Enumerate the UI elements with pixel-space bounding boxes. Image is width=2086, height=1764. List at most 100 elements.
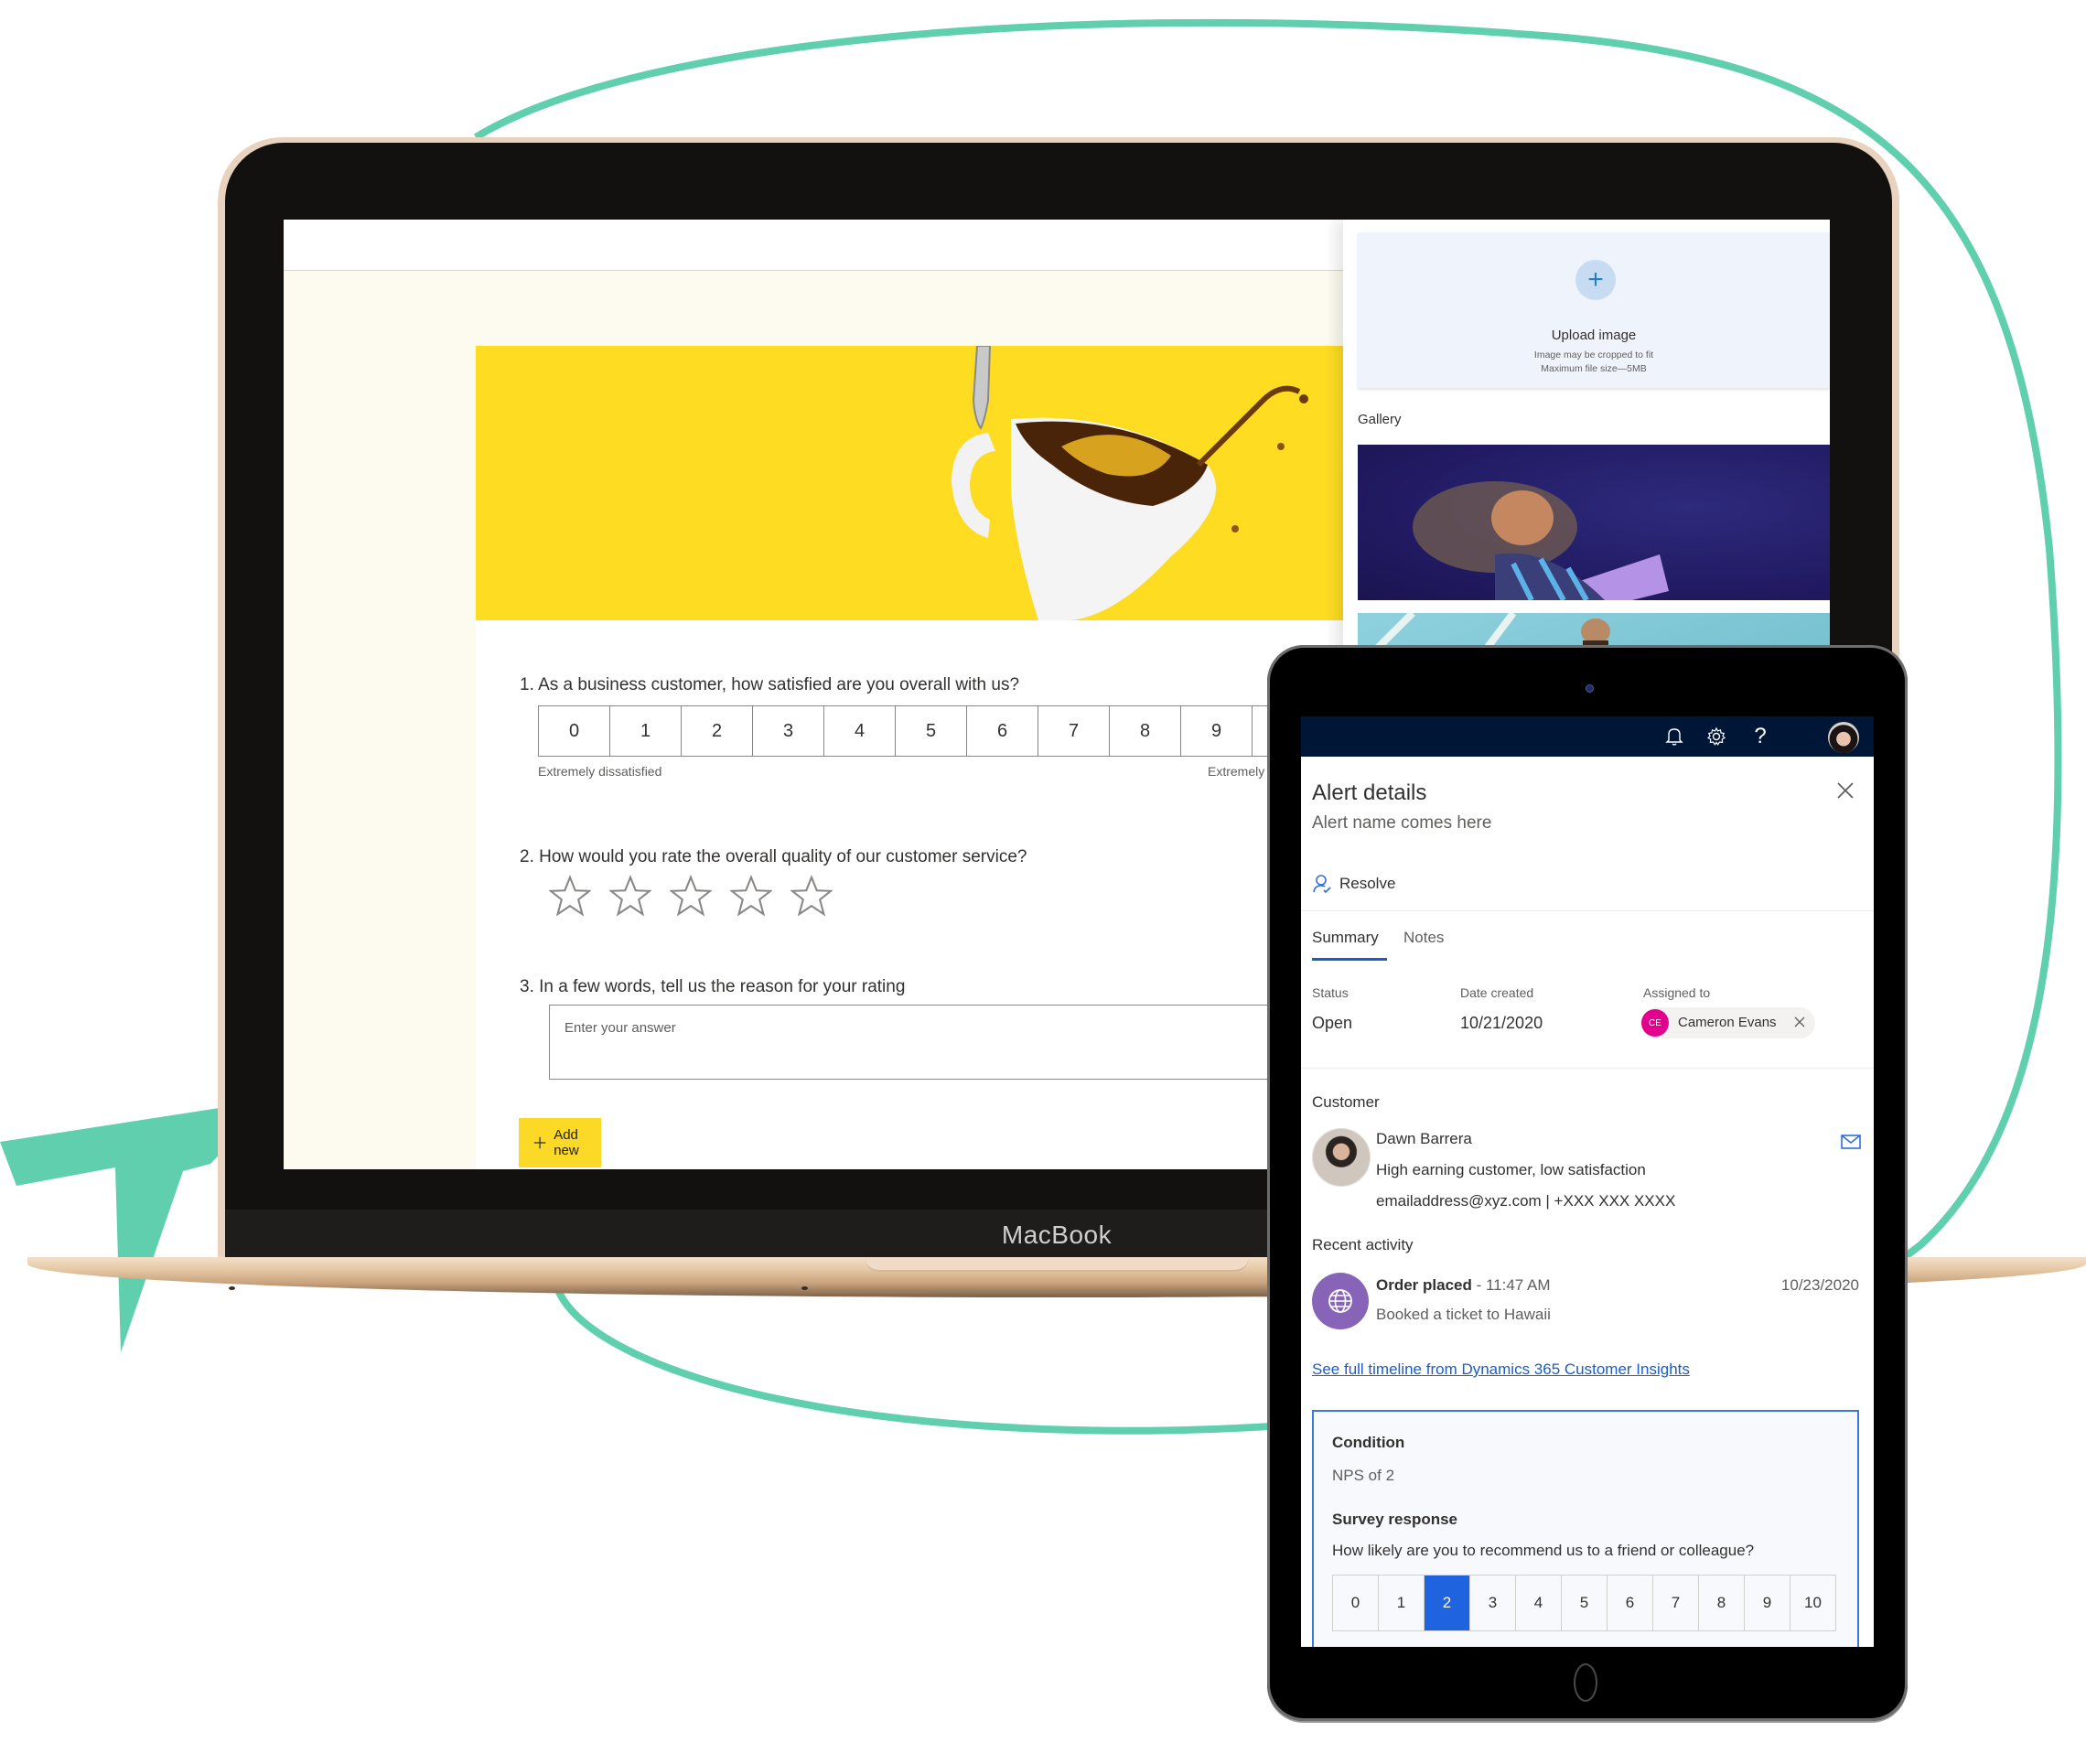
scale-option-7[interactable]: 7 xyxy=(1038,706,1110,756)
dancer-photo xyxy=(1413,481,1669,600)
app-topbar: ? xyxy=(1301,716,1874,757)
activity-time: - 11:47 AM xyxy=(1471,1276,1551,1294)
upload-image-dropzone[interactable]: + Upload image Image may be cropped to f… xyxy=(1358,232,1830,388)
panel-title: Alert details xyxy=(1312,780,1427,805)
condition-card: Condition NPS of 2 Survey response How l… xyxy=(1312,1410,1859,1647)
tab-notes[interactable]: Notes xyxy=(1403,929,1444,947)
mail-icon[interactable] xyxy=(1841,1135,1861,1149)
survey-question: How likely are you to recommend us to a … xyxy=(1332,1542,1755,1559)
assignee-name: Cameron Evans xyxy=(1678,1015,1777,1030)
laptop-brand-label: MacBook xyxy=(1001,1221,1113,1249)
star-icon[interactable] xyxy=(549,875,591,917)
nps-option-4[interactable]: 4 xyxy=(1516,1576,1562,1630)
scale-option-3[interactable]: 3 xyxy=(753,706,824,756)
star-icon[interactable] xyxy=(730,875,772,917)
question-number: 2. xyxy=(520,847,534,866)
scale-option-9[interactable]: 9 xyxy=(1181,706,1253,756)
question-number: 1. xyxy=(520,675,534,694)
customer-section-label: Customer xyxy=(1312,1093,1380,1111)
nps-option-6[interactable]: 6 xyxy=(1608,1576,1653,1630)
upload-hint: Image may be cropped to fit xyxy=(1533,350,1654,360)
globe-icon xyxy=(1328,1289,1352,1313)
bell-icon[interactable] xyxy=(1661,724,1687,749)
nps-option-8[interactable]: 8 xyxy=(1699,1576,1745,1630)
laptop-hinge-notch xyxy=(865,1257,1249,1272)
plus-icon: + xyxy=(1575,260,1616,300)
nps-option-0[interactable]: 0 xyxy=(1333,1576,1379,1630)
scale-option-0[interactable]: 0 xyxy=(539,706,610,756)
recent-activity-label: Recent activity xyxy=(1312,1236,1414,1253)
customer-description: High earning customer, low satisfaction xyxy=(1376,1161,1646,1178)
alert-name: Alert name comes here xyxy=(1312,813,1492,833)
scale-high-label: Extremely xyxy=(1208,764,1265,779)
laptop-foot xyxy=(801,1286,808,1290)
date-created-value: 10/21/2020 xyxy=(1460,1014,1543,1032)
nps-option-7[interactable]: 7 xyxy=(1653,1576,1699,1630)
star-rating xyxy=(549,875,833,917)
activity-title: Order placed - 11:47 AM xyxy=(1376,1276,1551,1295)
answer-textbox[interactable] xyxy=(549,1005,1372,1080)
help-icon[interactable]: ? xyxy=(1747,724,1773,749)
scale-low-label: Extremely dissatisfied xyxy=(538,764,662,779)
nps-option-10[interactable]: 10 xyxy=(1790,1576,1836,1630)
star-icon[interactable] xyxy=(670,875,712,917)
laptop-foot xyxy=(229,1286,235,1290)
nps-option-1[interactable]: 1 xyxy=(1379,1576,1425,1630)
resolve-button[interactable]: Resolve xyxy=(1312,874,1395,894)
nps-scale: 0 1 2 3 4 5 6 7 8 9 10 xyxy=(1332,1575,1836,1631)
plus-icon xyxy=(533,1136,546,1149)
remove-assignee-icon[interactable] xyxy=(1793,1016,1806,1028)
gallery-label: Gallery xyxy=(1358,412,1402,427)
customer-contact: emailaddress@xyz.com | +XXX XXX XXXX xyxy=(1376,1192,1676,1210)
status-label: Status xyxy=(1312,985,1349,1000)
activity-description: Booked a ticket to Hawaii xyxy=(1376,1306,1551,1323)
nps-option-9[interactable]: 9 xyxy=(1745,1576,1790,1630)
scale-option-1[interactable]: 1 xyxy=(610,706,682,756)
add-new-label: Add new xyxy=(554,1127,579,1158)
upload-title: Upload image xyxy=(1551,328,1637,343)
scale-option-8[interactable]: 8 xyxy=(1110,706,1181,756)
question-3-title: 3. In a few words, tell us the reason fo… xyxy=(520,977,905,997)
question-text: In a few words, tell us the reason for y… xyxy=(539,977,906,996)
satisfaction-scale: 0 1 2 3 4 5 6 7 8 9 xyxy=(538,705,1324,757)
customer-avatar xyxy=(1312,1128,1371,1187)
tablet-home-button[interactable] xyxy=(1574,1663,1597,1702)
nps-option-2-selected[interactable]: 2 xyxy=(1425,1576,1470,1630)
date-created-label: Date created xyxy=(1460,985,1534,1000)
tablet-camera xyxy=(1586,684,1594,693)
activity-date: 10/23/2020 xyxy=(1780,1276,1859,1294)
assigned-to-label: Assigned to xyxy=(1643,985,1711,1000)
star-icon[interactable] xyxy=(609,875,651,917)
coffee-cup-image xyxy=(476,346,1345,620)
customer-name: Dawn Barrera xyxy=(1376,1130,1472,1147)
condition-label: Condition xyxy=(1332,1434,1405,1451)
active-tab-indicator xyxy=(1312,958,1387,961)
nps-option-3[interactable]: 3 xyxy=(1470,1576,1516,1630)
star-icon[interactable] xyxy=(790,875,833,917)
scale-option-4[interactable]: 4 xyxy=(824,706,896,756)
scale-option-5[interactable]: 5 xyxy=(896,706,967,756)
full-timeline-link[interactable]: See full timeline from Dynamics 365 Cust… xyxy=(1312,1361,1690,1379)
tab-summary[interactable]: Summary xyxy=(1312,929,1379,947)
gear-icon[interactable] xyxy=(1704,724,1729,749)
scale-option-6[interactable]: 6 xyxy=(967,706,1038,756)
survey-form: 1. As a business customer, how satisfied… xyxy=(476,346,1372,1169)
activity-name: Order placed xyxy=(1376,1276,1472,1294)
assignee-chip[interactable]: CE Cameron Evans xyxy=(1641,1007,1815,1038)
nps-option-5[interactable]: 5 xyxy=(1562,1576,1608,1630)
answer-input[interactable] xyxy=(565,1020,1113,1036)
gallery-image-dancer[interactable] xyxy=(1358,445,1830,600)
survey-response-label: Survey response xyxy=(1332,1511,1458,1528)
activity-globe-badge xyxy=(1312,1273,1369,1329)
assignee-initials: CE xyxy=(1641,1009,1669,1037)
question-number: 3. xyxy=(520,977,534,996)
tablet-screen: ? Alert details Alert name comes here Re… xyxy=(1301,716,1874,1647)
question-2-title: 2. How would you rate the overall qualit… xyxy=(520,847,1027,867)
scale-option-2[interactable]: 2 xyxy=(682,706,753,756)
form-topbar xyxy=(284,220,1345,271)
status-value: Open xyxy=(1312,1014,1353,1032)
resolve-person-icon xyxy=(1313,875,1331,894)
close-icon[interactable] xyxy=(1833,779,1857,802)
avatar[interactable] xyxy=(1828,722,1859,753)
add-new-button[interactable]: Add new xyxy=(519,1118,601,1167)
